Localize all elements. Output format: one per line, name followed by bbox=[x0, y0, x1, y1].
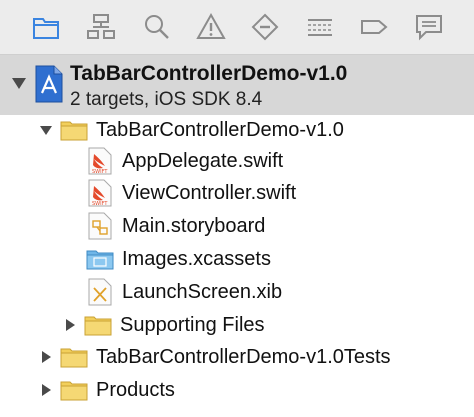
project-row[interactable]: TabBarControllerDemo-v1.0 2 targets, iOS… bbox=[0, 55, 474, 115]
xcode-project-icon bbox=[35, 65, 63, 103]
tree-row-supporting-files[interactable]: Supporting Files bbox=[62, 309, 265, 341]
project-navigator-tab[interactable] bbox=[31, 12, 61, 42]
list-icon bbox=[308, 19, 332, 36]
xib-file-icon bbox=[86, 278, 114, 306]
find-navigator-tab[interactable] bbox=[141, 12, 171, 42]
diamond-minus-icon bbox=[251, 13, 279, 41]
speech-bubble-icon bbox=[416, 15, 442, 41]
tree-label: ViewController.swift bbox=[122, 181, 297, 204]
tree-label: Images.xcassets bbox=[122, 247, 271, 270]
tree-label: AppDelegate.swift bbox=[122, 149, 284, 172]
tree-row-app-delegate[interactable]: SWIFT AppDelegate.swift bbox=[86, 145, 283, 177]
tree-row-tests-folder[interactable]: TabBarControllerDemo-v1.0Tests bbox=[38, 341, 391, 373]
folder-icon bbox=[33, 18, 59, 39]
asset-catalog-icon bbox=[86, 245, 114, 273]
project-title: TabBarControllerDemo-v1.0 bbox=[70, 62, 348, 85]
folder-icon bbox=[60, 116, 88, 144]
disclosure-collapsed-icon[interactable] bbox=[38, 382, 54, 398]
swift-file-icon: SWIFT bbox=[86, 179, 114, 207]
disclosure-expanded-icon[interactable] bbox=[11, 75, 27, 91]
tree-label: LaunchScreen.xib bbox=[122, 280, 283, 303]
tree-row-products-folder[interactable]: Products bbox=[38, 374, 175, 406]
project-subtitle: 2 targets, iOS SDK 8.4 bbox=[70, 89, 263, 110]
folder-icon bbox=[84, 311, 112, 339]
debug-navigator-tab[interactable] bbox=[305, 12, 335, 42]
tree-row-root-folder[interactable]: TabBarControllerDemo-v1.0 bbox=[38, 114, 344, 146]
breakpoint-navigator-tab[interactable] bbox=[359, 12, 389, 42]
issue-navigator-tab[interactable] bbox=[196, 12, 226, 42]
tree-label: TabBarControllerDemo-v1.0 bbox=[96, 118, 344, 141]
folder-icon bbox=[60, 343, 88, 371]
tree-row-storyboard[interactable]: Main.storyboard bbox=[86, 210, 265, 242]
svg-text:SWIFT: SWIFT bbox=[92, 201, 108, 207]
swift-file-icon: SWIFT bbox=[86, 147, 114, 175]
warning-icon bbox=[196, 12, 226, 39]
folder-icon bbox=[60, 376, 88, 404]
svg-text:SWIFT: SWIFT bbox=[92, 169, 108, 175]
tree-label: Main.storyboard bbox=[122, 214, 266, 237]
tree-row-assets[interactable]: Images.xcassets bbox=[86, 243, 271, 275]
storyboard-file-icon bbox=[86, 212, 114, 240]
test-navigator-tab[interactable] bbox=[250, 12, 280, 42]
tree-row-view-controller[interactable]: SWIFT ViewController.swift bbox=[86, 177, 296, 209]
navigator-toolbar bbox=[0, 0, 474, 55]
tree-label: Products bbox=[96, 378, 175, 401]
disclosure-collapsed-icon[interactable] bbox=[38, 349, 54, 365]
search-icon bbox=[145, 15, 169, 39]
hierarchy-icon bbox=[87, 14, 115, 39]
symbol-navigator-tab[interactable] bbox=[86, 12, 116, 42]
disclosure-collapsed-icon[interactable] bbox=[62, 317, 78, 333]
report-navigator-tab[interactable] bbox=[414, 12, 444, 42]
breakpoint-tag-icon bbox=[361, 20, 388, 34]
disclosure-expanded-icon[interactable] bbox=[38, 122, 54, 138]
tree-row-launch-screen[interactable]: LaunchScreen.xib bbox=[86, 276, 282, 308]
tree-label: TabBarControllerDemo-v1.0Tests bbox=[96, 345, 391, 368]
tree-label: Supporting Files bbox=[120, 313, 265, 336]
